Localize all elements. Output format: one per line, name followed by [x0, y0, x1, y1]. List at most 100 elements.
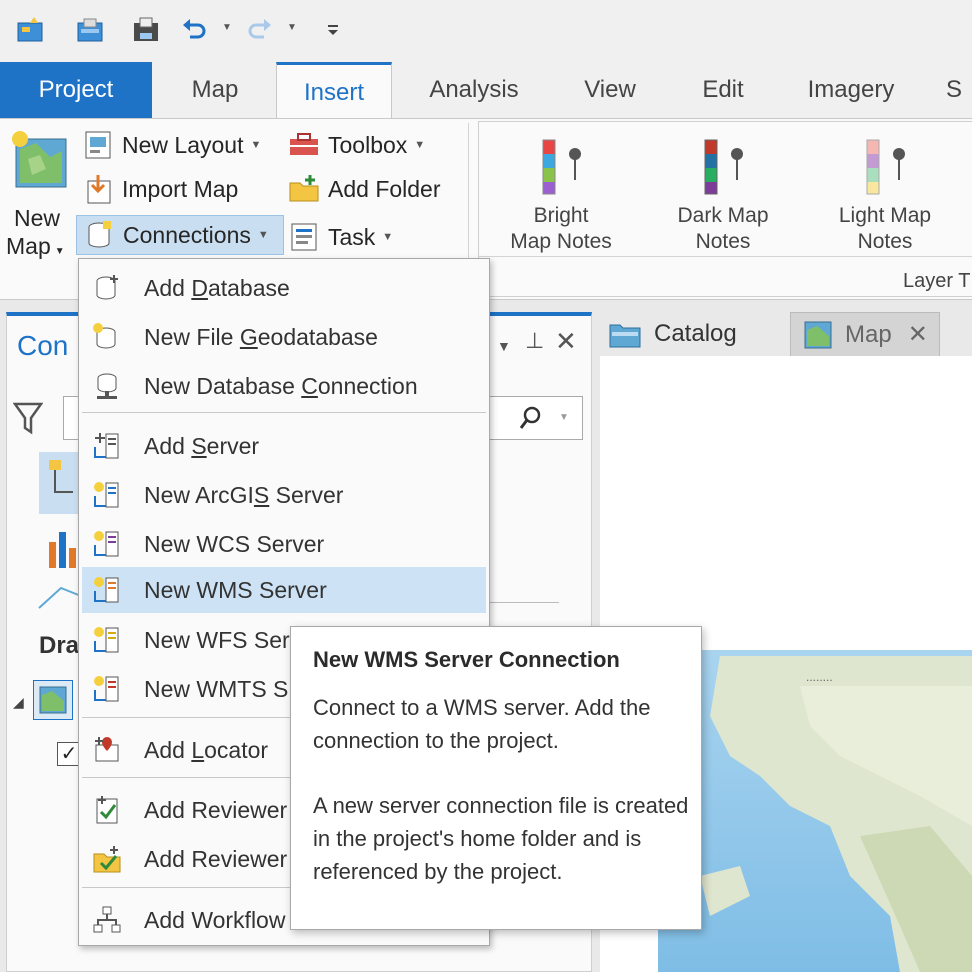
bright-map-notes-label-2: Map Notes [510, 230, 612, 253]
catalog-tab-label: Catalog [654, 320, 737, 347]
redo-dropdown-icon[interactable]: ▼ [287, 22, 297, 33]
tooltip-title: New WMS Server Connection [313, 647, 620, 672]
wms-server-icon [94, 577, 119, 603]
ribbon-tabs: Project Map Insert Analysis View Edit Im… [0, 62, 972, 120]
new-map-dropdown-icon: ▼ [54, 246, 65, 257]
connections-dropdown-icon: ▼ [257, 229, 269, 241]
map-layer-item[interactable] [33, 680, 73, 720]
undo-dropdown-icon[interactable]: ▼ [222, 22, 232, 33]
new-map-label-1: New [14, 205, 61, 231]
search-icon[interactable] [517, 404, 545, 432]
search-dropdown-icon[interactable]: ▼ [559, 412, 569, 423]
menu-item-label: Add Database [144, 274, 290, 301]
menu-item-label: Add Workflow [144, 906, 286, 933]
map-label: ........ [806, 670, 833, 684]
new-project-icon[interactable] [16, 14, 46, 44]
close-map-tab-icon[interactable]: ✕ [908, 320, 928, 349]
new-map-icon [12, 131, 67, 188]
add-folder-label: Add Folder [328, 175, 441, 202]
tab-imagery[interactable]: Imagery [786, 62, 916, 118]
tab-edit[interactable]: Edit [680, 62, 766, 118]
close-icon[interactable]: ✕ [555, 326, 577, 357]
import-map-button[interactable]: Import Map [82, 169, 238, 209]
catalog-icon [609, 324, 641, 348]
new-layout-label: New Layout [122, 131, 244, 158]
light-map-notes-icon [866, 139, 905, 195]
add-folder-button[interactable]: Add Folder [288, 169, 441, 209]
new-layout-icon [85, 131, 111, 159]
menu-item-new-arcgis-server[interactable]: New ArcGIS Server [82, 472, 486, 518]
map-tab-label: Map [845, 320, 892, 348]
new-layout-button[interactable]: New Layout ▼ [82, 125, 261, 165]
bright-map-notes-icon [542, 139, 581, 195]
dark-map-notes-button[interactable]: Dark Map Notes [655, 128, 791, 254]
menu-item-new-wms-server[interactable]: New WMS Server [82, 567, 486, 613]
contents-pane-title: Con [17, 330, 69, 361]
new-map-label-2: Map ▼ [6, 233, 65, 259]
menu-item-label: Add Locator [144, 736, 269, 763]
layer-group-label: Layer T [903, 270, 971, 292]
import-map-icon [87, 175, 111, 204]
database-connection-icon [97, 373, 117, 399]
toolbox-dropdown-icon: ▼ [414, 139, 426, 151]
task-icon [291, 223, 317, 251]
expand-icon[interactable]: ◢ [13, 694, 24, 711]
light-map-notes-label-1: Light Map [838, 204, 932, 227]
tooltip: New WMS Server Connection Connect to a W… [290, 626, 702, 930]
tab-insert[interactable]: Insert [276, 62, 392, 120]
bright-map-notes-button[interactable]: Bright Map Notes [493, 128, 629, 254]
menu-item-add-database[interactable]: Add Database [82, 265, 486, 311]
menu-item-new-wcs-server[interactable]: New WCS Server [82, 521, 486, 567]
wcs-server-icon [94, 531, 119, 557]
task-label: Task [328, 223, 376, 250]
map-icon [39, 686, 67, 714]
quick-access-toolbar: ▼ ▼ [0, 0, 972, 62]
layer-templates-group: Bright Map Notes Dark Map Notes Light Ma… [478, 121, 972, 297]
save-project-icon[interactable] [132, 14, 162, 44]
tab-view[interactable]: View [560, 62, 660, 118]
toolbox-label: Toolbox [328, 131, 408, 158]
database-icon [96, 275, 118, 300]
file-geodatabase-icon [93, 323, 116, 349]
menu-item-label: Add Reviewer [144, 796, 288, 823]
toolbox-button[interactable]: Toolbox ▼ [288, 125, 425, 165]
tab-map[interactable]: Map [160, 62, 270, 118]
list-by-drawing-order-button[interactable] [39, 452, 83, 514]
menu-item-new-database-connection[interactable]: New Database Connection [82, 363, 486, 409]
wmts-server-icon [94, 676, 119, 702]
arcgis-server-icon [94, 482, 119, 508]
menu-item-label: New Database Connection [144, 372, 418, 399]
task-button[interactable]: Task ▼ [288, 217, 393, 257]
menu-item-add-server[interactable]: Add Server [82, 423, 486, 469]
ribbon-separator [468, 123, 469, 273]
connections-icon [88, 221, 111, 248]
dark-map-notes-icon [704, 139, 743, 195]
tab-analysis[interactable]: Analysis [408, 62, 540, 118]
tab-catalog[interactable]: Catalog [608, 312, 784, 356]
drawing-order-icon [49, 460, 73, 493]
menu-item-label: New WFS Ser [144, 626, 290, 653]
filter-icon[interactable] [13, 400, 43, 436]
connections-label: Connections [123, 221, 251, 248]
undo-icon[interactable] [180, 14, 210, 44]
tab-map-view[interactable]: Map ✕ [790, 312, 940, 356]
add-folder-icon [289, 175, 319, 202]
menu-item-new-file-geodatabase[interactable]: New File Geodatabase [82, 314, 486, 360]
tab-share[interactable]: S [946, 62, 972, 118]
toolbox-icon [290, 133, 318, 155]
reviewer-icon [96, 796, 118, 824]
map-tab-icon [804, 321, 832, 348]
menu-item-label: Add Reviewer [144, 845, 288, 872]
connections-button[interactable]: Connections ▼ [76, 215, 284, 255]
menu-item-label: New ArcGIS Server [144, 481, 344, 508]
customize-icon[interactable] [318, 14, 348, 44]
wfs-server-icon [94, 627, 119, 653]
add-server-icon [94, 433, 119, 459]
menu-item-label: New WMTS S [144, 675, 289, 702]
open-project-icon[interactable] [76, 14, 106, 44]
tab-project[interactable]: Project [0, 62, 152, 118]
pane-options-icon[interactable]: ▼ [497, 338, 511, 354]
light-map-notes-button[interactable]: Light Map Notes [817, 128, 953, 254]
pin-icon[interactable]: ⊥ [525, 328, 544, 354]
new-map-button[interactable]: New Map ▼ [4, 125, 74, 271]
